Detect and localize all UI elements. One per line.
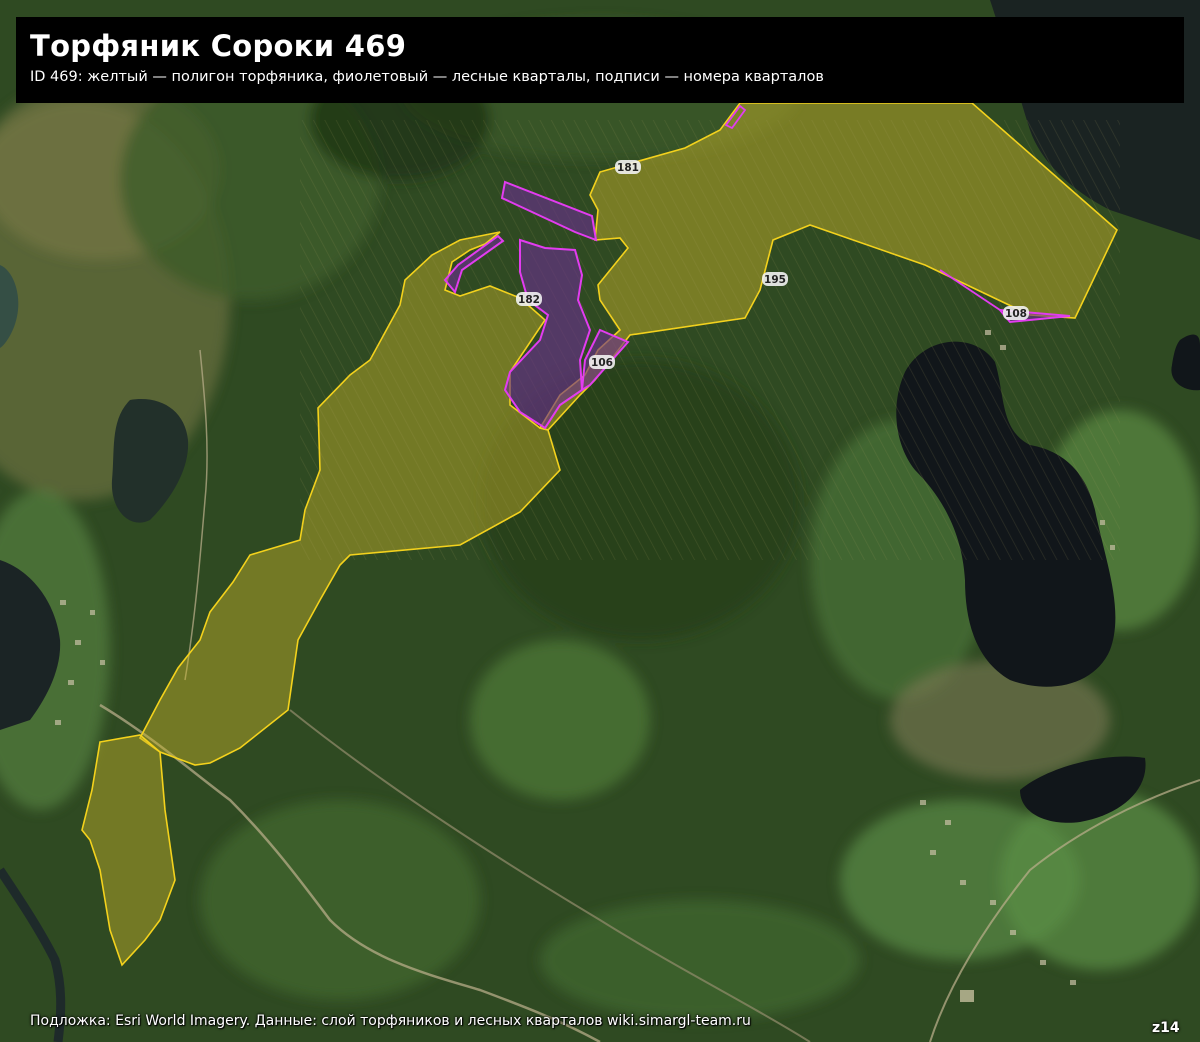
- quarter-label-108: 108: [1003, 306, 1029, 320]
- title-panel: Торфяник Сороки 469 ID 469: желтый — пол…: [16, 17, 1184, 103]
- svg-text:181: 181: [617, 162, 639, 174]
- svg-text:108: 108: [1005, 308, 1027, 320]
- map-legend-subtitle: ID 469: желтый — полигон торфяника, фиол…: [30, 69, 824, 85]
- attribution-text: Подложка: Esri World Imagery. Данные: сл…: [30, 1013, 751, 1029]
- map-title: Торфяник Сороки 469: [30, 29, 407, 63]
- satellite-map[interactable]: 181 182 195 106 108: [0, 0, 1200, 1042]
- quarter-label-195: 195: [762, 272, 788, 286]
- svg-text:106: 106: [591, 357, 613, 369]
- svg-text:182: 182: [518, 294, 540, 306]
- quarter-label-182: 182: [516, 292, 542, 306]
- quarter-label-106: 106: [589, 355, 615, 369]
- quarter-label-181: 181: [615, 160, 641, 174]
- peat-field-texture: [300, 120, 1120, 560]
- zoom-level-label: z14: [1152, 1020, 1180, 1036]
- svg-text:195: 195: [764, 274, 786, 286]
